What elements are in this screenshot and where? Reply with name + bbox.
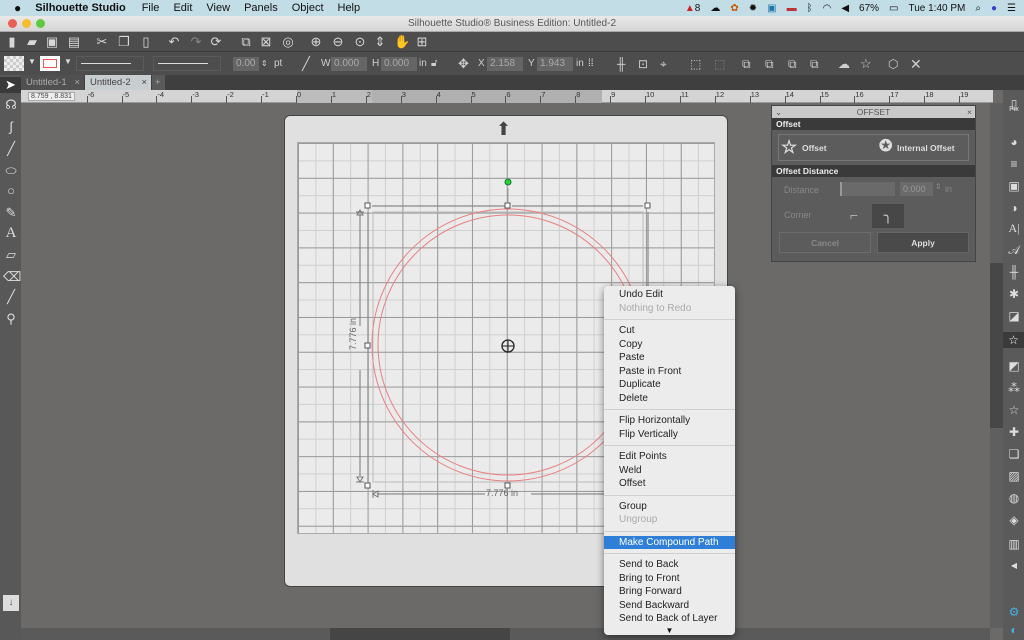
selection-overlay — [356, 178, 651, 498]
menu-item-send-to-back-of-layer[interactable]: Send to Back of Layer — [604, 612, 735, 626]
menu-item-undo-edit[interactable]: Undo Edit — [604, 288, 735, 302]
corner-sharp-button[interactable]: ⌐ — [842, 204, 866, 228]
replicate-icon[interactable]: ⁂ — [1006, 380, 1022, 396]
menu-item-send-backward[interactable]: Send Backward — [604, 599, 735, 613]
center-crosshair — [501, 339, 515, 353]
resize-handle-tm — [504, 202, 511, 209]
mesh-icon[interactable]: ▥ — [1006, 536, 1022, 552]
modify-icon[interactable]: ◪ — [1006, 308, 1022, 324]
horizontal-scroll-thumb[interactable] — [330, 628, 510, 640]
text-path-icon[interactable]: 𝒜 — [1006, 242, 1022, 258]
trace-icon[interactable]: ◩ — [1006, 358, 1022, 374]
layers-icon[interactable]: ❏ — [1006, 446, 1022, 462]
resize-handle-tl — [364, 202, 371, 209]
offset-button[interactable]: Offset — [802, 143, 827, 153]
distance-slider[interactable] — [840, 182, 895, 196]
collapse-chevron-icon[interactable]: ⌄ — [775, 106, 782, 118]
help-icon[interactable]: ◐ — [1006, 622, 1022, 638]
distance-stepper[interactable]: ⇕ — [935, 182, 942, 191]
vertical-scroll-thumb[interactable] — [990, 263, 1003, 428]
menu-item-ungroup: Ungroup — [619, 514, 658, 525]
align-panel-icon[interactable]: ╫ — [1006, 264, 1022, 280]
menu-item-copy[interactable]: Copy — [604, 338, 735, 352]
menu-item-paste-in-front[interactable]: Paste in Front — [604, 365, 735, 379]
context-menu: Undo Edit Nothing to Redo Cut Copy Paste Past… — [604, 286, 735, 635]
fill-palette-icon[interactable]: ◕ — [1006, 134, 1022, 150]
menu-item-paste[interactable]: Paste — [604, 351, 735, 365]
rhinestone-icon[interactable]: ◍ — [1006, 490, 1022, 506]
menu-item-cut[interactable]: Cut — [604, 324, 735, 338]
offset-panel-icon[interactable]: ☆ — [1003, 332, 1024, 348]
corner-label: Corner — [784, 210, 812, 220]
rotate-handle — [504, 178, 512, 186]
menu-separator — [604, 530, 735, 532]
menu-separator — [604, 553, 735, 554]
menu-item-nothing-to-redo: Nothing to Redo — [619, 302, 692, 314]
hatch-icon[interactable]: ▨ — [1006, 468, 1022, 484]
menu-scroll-down-icon[interactable]: ▼ — [604, 626, 735, 635]
menu-item-bring-to-front[interactable]: Bring to Front — [604, 572, 735, 586]
puzzle-icon[interactable]: ✚ — [1006, 424, 1022, 440]
line-style-icon[interactable]: ≡ — [1006, 156, 1022, 172]
close-panel-icon[interactable]: × — [967, 106, 972, 118]
star-outline-icon[interactable]: ☆ — [1006, 402, 1022, 418]
corner-round-button[interactable]: ╮ — [872, 204, 904, 228]
width-dimension-label: 7.776 in — [486, 488, 519, 498]
menu-item-duplicate[interactable]: Duplicate — [604, 378, 735, 392]
resize-handle-tr — [644, 202, 651, 209]
menu-item-make-compound-path[interactable]: Make Compound Path — [604, 535, 735, 549]
distance-input[interactable]: 0.000 — [900, 182, 933, 196]
warp-icon[interactable]: ◈ — [1006, 512, 1022, 528]
text-style-icon[interactable]: A| — [1006, 220, 1022, 236]
cancel-button[interactable]: Cancel — [779, 232, 871, 253]
distance-label: Distance — [784, 185, 820, 195]
menu-item-edit-points[interactable]: Edit Points — [604, 450, 735, 464]
collapse-arrow-icon[interactable]: ◀ — [1006, 558, 1022, 574]
menu-separator — [604, 445, 735, 446]
offset-panel-header: ⌄ OFFSET × — [772, 106, 975, 118]
vertical-scrollbar[interactable] — [990, 103, 1003, 628]
pixscan-icon[interactable]: Pix — [1006, 102, 1022, 118]
internal-offset-star-icon[interactable]: ✪ — [879, 138, 892, 156]
offset-star-icon[interactable]: ☆ — [781, 138, 797, 156]
menu-item-weld[interactable]: Weld — [604, 464, 735, 478]
height-dimension-label: 7.776 in — [348, 317, 358, 351]
apply-button[interactable]: Apply — [877, 232, 969, 253]
menu-separator — [604, 409, 735, 410]
distance-unit: in — [945, 184, 953, 194]
fill-pattern-icon[interactable]: ▣ — [1006, 178, 1022, 194]
menu-separator — [604, 494, 735, 496]
horizontal-scrollbar[interactable] — [21, 628, 990, 640]
transform-icon[interactable]: ✱ — [1006, 286, 1022, 302]
menu-item-group[interactable]: Group — [604, 500, 735, 514]
menu-separator — [604, 319, 735, 320]
menu-item-flip-vertically[interactable]: Flip Vertically — [604, 428, 735, 442]
offset-section-header: Offset — [772, 118, 975, 130]
settings-gear-icon[interactable]: ⚙ — [1006, 604, 1022, 620]
menu-item-flip-horizontally[interactable]: Flip Horizontally — [604, 414, 735, 428]
menu-item-offset[interactable]: Offset — [604, 477, 735, 491]
offset-panel: ⌄ OFFSET × Offset ☆ Offset ✪ Internal Of… — [771, 105, 976, 262]
menu-item-send-to-back[interactable]: Send to Back — [604, 558, 735, 572]
shadow-icon[interactable]: ◑ — [1006, 200, 1022, 216]
internal-offset-button[interactable]: Internal Offset — [897, 143, 955, 153]
resize-handle-ml — [364, 342, 371, 349]
offset-distance-header: Offset Distance — [772, 165, 975, 177]
menu-item-bring-forward[interactable]: Bring Forward — [604, 585, 735, 599]
right-panel-bar: ▯ Pix ◕ ≡ ▣ ◑ A| 𝒜 ╫ ✱ ◪ ☆ ◩ ⁂ ☆ ✚ ❏ ▨ ◍… — [1003, 90, 1024, 640]
menu-item-delete[interactable]: Delete — [604, 392, 735, 406]
resize-handle-bl — [364, 482, 371, 489]
